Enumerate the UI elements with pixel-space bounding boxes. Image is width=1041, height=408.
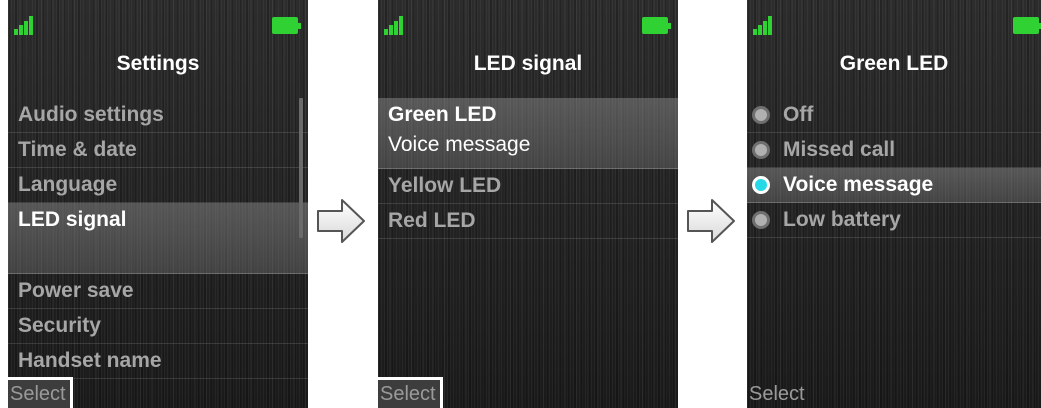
signal-strength-icon — [14, 16, 38, 35]
menu-item-security[interactable]: Security — [8, 309, 308, 344]
option-missed-call[interactable]: Missed call — [747, 133, 1041, 168]
signal-strength-icon — [384, 16, 408, 35]
battery-full-icon — [1013, 17, 1041, 34]
menu-item-power-save[interactable]: Power save — [8, 274, 308, 309]
radio-unselected-icon — [752, 106, 770, 124]
menu-item-language[interactable]: Language — [8, 168, 308, 203]
battery-full-icon — [642, 17, 671, 34]
option-label: Off — [783, 103, 814, 126]
arrow-right-icon — [687, 199, 735, 243]
menu-item-audio-settings[interactable]: Audio settings — [8, 98, 308, 133]
signal-strength-icon — [753, 16, 777, 35]
option-off[interactable]: Off — [747, 98, 1041, 133]
radio-unselected-icon — [752, 211, 770, 229]
select-softkey[interactable]: Select — [747, 380, 809, 408]
menu-item-time-date[interactable]: Time & date — [8, 133, 308, 168]
menu-item-green-led[interactable]: Green LED Voice message — [378, 98, 678, 169]
radio-selected-icon — [752, 176, 770, 194]
option-low-battery[interactable]: Low battery — [747, 203, 1041, 238]
option-label: Low battery — [783, 208, 901, 231]
menu-item-value: Voice message — [388, 133, 531, 156]
option-label: Voice message — [783, 173, 934, 196]
arrow-right-icon — [317, 199, 365, 243]
menu-item-handset-name[interactable]: Handset name — [8, 344, 308, 379]
option-voice-message[interactable]: Voice message — [747, 168, 1041, 203]
settings-screen: Settings Audio settings Time & date Lang… — [8, 0, 308, 408]
menu-item-yellow-led[interactable]: Yellow LED — [378, 169, 678, 204]
select-softkey[interactable]: Select — [378, 377, 443, 408]
screen-title: Green LED — [839, 52, 949, 75]
led-signal-screen: LED signal Green LED Voice message Yello… — [378, 0, 678, 408]
green-led-screen: Green LED Off Missed call Voice message … — [747, 0, 1041, 408]
screen-title: Settings — [116, 52, 200, 75]
menu-item-red-led[interactable]: Red LED — [378, 204, 678, 239]
menu-item-label: Green LED — [388, 103, 497, 126]
menu-item-led-signal[interactable]: LED signal — [8, 203, 308, 274]
screen-title: LED signal — [473, 52, 583, 75]
radio-unselected-icon — [752, 141, 770, 159]
battery-full-icon — [272, 17, 301, 34]
select-softkey[interactable]: Select — [8, 377, 73, 408]
scrollbar[interactable] — [299, 98, 303, 238]
option-label: Missed call — [783, 138, 896, 161]
